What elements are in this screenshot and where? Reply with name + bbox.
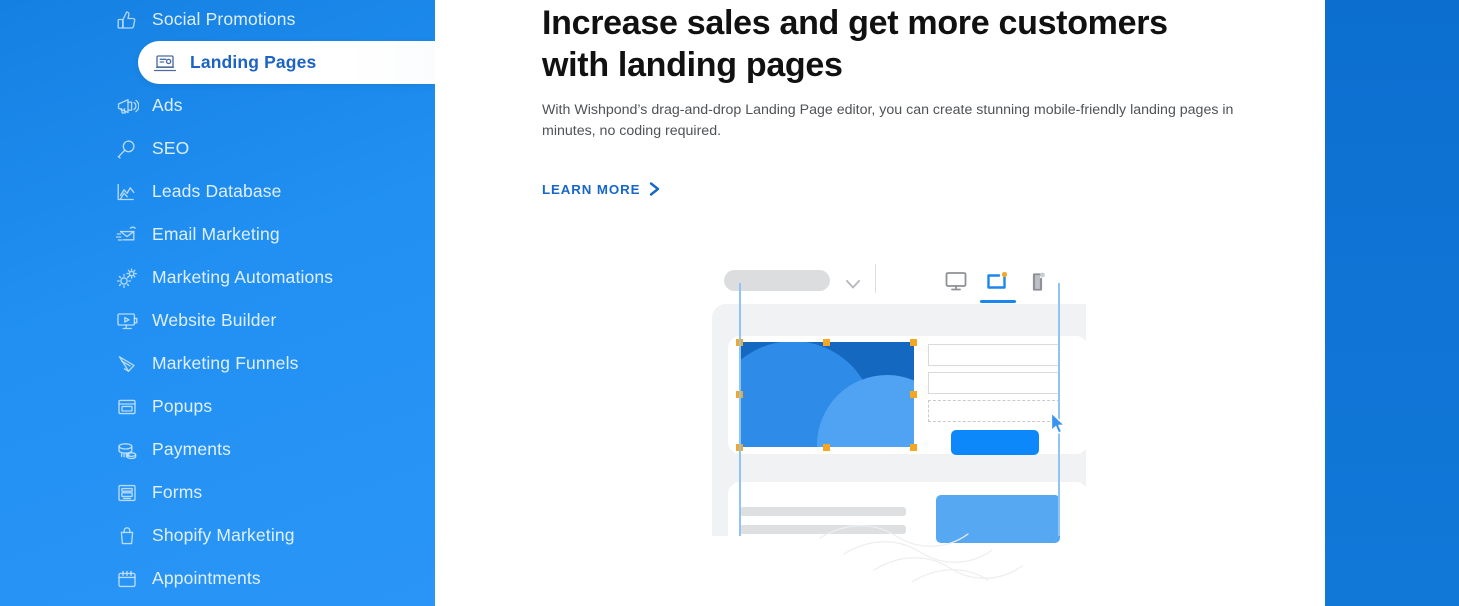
learn-more-link[interactable]: LEARN MORE [542,181,662,197]
tablet-view-icon[interactable] [984,270,1010,294]
sidebar-item-shopify-marketing[interactable]: Shopify Marketing [0,514,295,557]
sidebar-item-label: Marketing Automations [152,266,334,287]
selected-image-block[interactable] [739,342,914,447]
desktop-view-icon[interactable] [943,270,969,294]
sidebar-item-ads[interactable]: Ads [0,84,183,127]
form-drop-zone[interactable] [928,400,1060,422]
popup-window-icon [114,394,140,420]
sidebar-item-appointments[interactable]: Appointments [0,557,261,600]
magnifier-icon [114,136,140,162]
sidebar-item-leads-database[interactable]: Leads Database [0,170,282,213]
chevron-right-icon [649,181,662,197]
page-root: Social Promotions Landing Pages Ads SEO … [0,0,1459,606]
selection-handle[interactable] [910,391,917,398]
active-device-underline [980,300,1016,303]
laptop-page-icon [152,50,178,76]
mouse-pointer-cursor [1050,412,1066,436]
sidebar-item-marketing-automations[interactable]: Marketing Automations [0,256,333,299]
selection-handle[interactable] [823,339,830,346]
sidebar-item-label: Leads Database [152,180,282,201]
sidebar: Social Promotions Landing Pages Ads SEO … [0,0,435,606]
mockup-toolbar [712,258,1086,304]
toolbar-divider [875,264,876,293]
thumbs-up-icon [114,7,140,33]
coins-stack-icon [114,437,140,463]
vertical-guide-right [1058,283,1060,536]
page-title: Increase sales and get more customers wi… [542,4,1168,84]
envelope-send-icon [114,222,140,248]
sidebar-item-popups[interactable]: Popups [0,385,212,428]
main-content: Increase sales and get more customers wi… [435,0,1325,606]
form-submit-button[interactable] [951,430,1039,455]
sidebar-item-label: Forms [152,481,203,502]
learn-more-label: LEARN MORE [542,181,641,197]
vertical-guide-left [739,283,741,536]
sidebar-item-label: Landing Pages [190,51,317,72]
chevron-down-icon[interactable] [846,276,860,294]
sidebar-item-landing-pages[interactable]: Landing Pages [138,41,435,84]
sidebar-item-website-builder[interactable]: Website Builder [0,299,277,342]
sidebar-item-label: Marketing Funnels [152,352,299,373]
selection-handle[interactable] [910,444,917,451]
form-text-field[interactable] [928,344,1060,366]
sidebar-item-label: Shopify Marketing [152,524,295,545]
sidebar-item-label: Appointments [152,567,261,588]
sidebar-item-label: Payments [152,438,232,459]
selection-handle[interactable] [910,339,917,346]
sidebar-item-label: Social Promotions [152,8,296,29]
form-text-field[interactable] [928,372,1060,394]
placeholder-text-line [740,525,906,534]
sidebar-item-label: Website Builder [152,309,277,330]
page-subtitle: With Wishpond’s drag-and-drop Landing Pa… [542,102,1234,139]
megaphone-icon [114,93,140,119]
sidebar-item-label: Popups [152,395,213,416]
landing-page-editor-illustration [706,250,1088,606]
sidebar-item-forms[interactable]: Forms [0,471,202,514]
monitor-play-icon [114,308,140,334]
sidebar-item-marketing-funnels[interactable]: Marketing Funnels [0,342,299,385]
calendar-icon [114,566,140,592]
sidebar-item-label: Ads [152,94,183,115]
sidebar-item-payments[interactable]: Payments [0,428,231,471]
placeholder-text-line [740,507,906,516]
image-placeholder-block [936,495,1060,543]
gears-icon [114,265,140,291]
sidebar-item-email-marketing[interactable]: Email Marketing [0,213,280,256]
sidebar-item-social-promotions[interactable]: Social Promotions [0,0,296,41]
sidebar-item-seo[interactable]: SEO [0,127,189,170]
form-icon [114,480,140,506]
right-blue-panel [1325,0,1459,606]
shopping-bag-icon [114,523,140,549]
sidebar-item-label: SEO [152,137,190,158]
mobile-view-icon[interactable] [1025,270,1051,294]
sidebar-item-label: Email Marketing [152,223,280,244]
line-chart-icon [114,179,140,205]
selection-handle[interactable] [823,444,830,451]
funnel-icon [114,351,140,377]
